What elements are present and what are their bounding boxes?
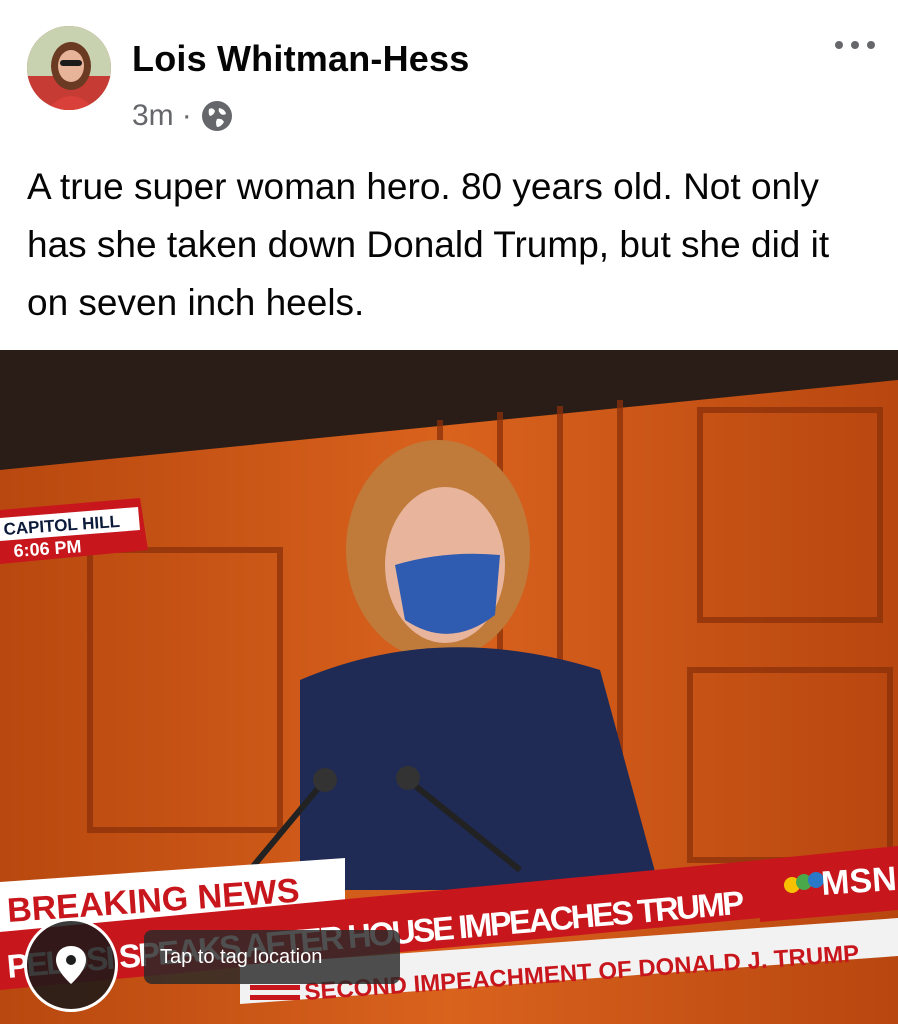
network-label: MSN (820, 860, 898, 903)
post-meta: 3m · (132, 96, 234, 136)
post-text: A true super woman hero. 80 years old. N… (27, 166, 830, 323)
post-photo[interactable]: CAPITOL HILL 6:06 PM BREAKING NEWS PELOS… (0, 350, 898, 1024)
tag-location-tooltip[interactable]: Tap to tag location (144, 930, 400, 984)
avatar-photo (27, 26, 111, 110)
author-name[interactable]: Lois Whitman-Hess (132, 38, 469, 80)
map-pin-icon (56, 946, 86, 984)
more-options-icon[interactable] (835, 34, 875, 56)
globe-icon[interactable] (200, 99, 234, 133)
post-time[interactable]: 3m (132, 99, 174, 133)
post-header: Lois Whitman-Hess 3m · (0, 0, 898, 150)
avatar[interactable] (27, 26, 111, 110)
meta-separator: · (181, 99, 192, 132)
tag-location-button[interactable] (24, 918, 118, 1012)
